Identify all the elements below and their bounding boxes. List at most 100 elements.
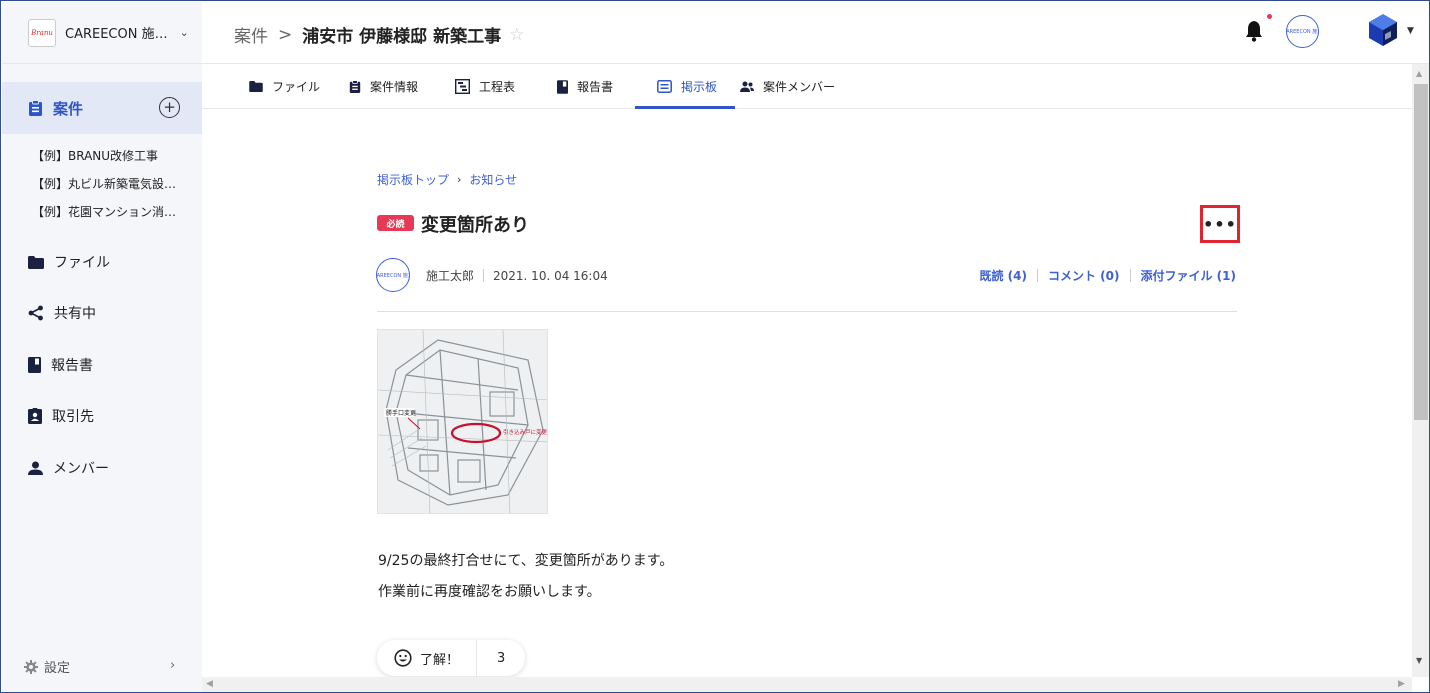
sidebar-item-label: 報告書 [51, 358, 93, 374]
company-name: CAREECON 施… [65, 27, 168, 42]
smiley-icon [394, 649, 412, 667]
tab-files[interactable]: ファイル [249, 64, 320, 109]
people-icon [740, 81, 754, 92]
person-icon [28, 461, 43, 475]
required-read-badge: 必読 [377, 215, 414, 231]
more-horizontal-icon: ••• [1203, 214, 1237, 234]
app-window: Branu CAREECON 施… ⌄ 案件 + 【例】BRANU改修工事 【例… [0, 0, 1430, 693]
share-icon [28, 305, 43, 321]
tab-board[interactable]: 掲示板 [657, 64, 717, 109]
body-line: 9/25の最終打合せにて、変更箇所があります。 [378, 553, 674, 569]
tab-label: 報告書 [577, 80, 614, 94]
horizontal-scrollbar[interactable]: ◀ ▶ [202, 677, 1412, 692]
project-link[interactable]: 【例】BRANU改修工事 [32, 147, 176, 175]
breadcrumb: 案件 > 浦安市 伊藤様邸 新築工事 ☆ [234, 22, 524, 48]
sidebar-item-label: 案件 [53, 99, 84, 118]
plan-label-left: 勝手口変更 [386, 409, 416, 417]
scrollbar-thumb[interactable] [1414, 84, 1428, 420]
author-avatar: CAREECON 施工 [376, 258, 410, 292]
project-link[interactable]: 【例】丸ビル新築電気設… [32, 175, 176, 203]
scroll-left-arrow-icon[interactable]: ◀ [206, 679, 213, 689]
project-tabs: ファイル 案件情報 工程表 報告書 掲示板 案件メンバー [202, 64, 1412, 109]
post-datetime: 2021. 10. 04 16:04 [493, 268, 608, 283]
chevron-right-icon: › [457, 173, 462, 186]
more-options-button[interactable]: ••• [1200, 205, 1240, 243]
plus-icon: + [163, 98, 176, 116]
floor-plan-drawing: 勝手口変更 引き込み戸に変更 [378, 330, 548, 513]
breadcrumb-separator: > [278, 24, 293, 45]
plan-label-right: 引き込み戸に変更 [503, 428, 548, 436]
book-icon [28, 357, 41, 373]
folder-icon [249, 81, 263, 92]
settings-label: 設定 [44, 661, 71, 676]
tab-label: 工程表 [479, 80, 516, 94]
scroll-down-arrow-icon[interactable]: ▼ [1416, 656, 1422, 665]
company-switcher[interactable]: Branu CAREECON 施… ⌄ [2, 2, 202, 64]
notification-dot [1267, 14, 1272, 19]
divider [483, 269, 485, 282]
breadcrumb-parent[interactable]: 案件 [234, 22, 268, 47]
sidebar-item-label: メンバー [53, 461, 109, 477]
gantt-icon [455, 79, 470, 94]
acknowledge-label: 了解！ [420, 652, 460, 668]
contact-badge-icon [28, 408, 42, 424]
clipboard-icon [29, 99, 42, 116]
sidebar-item-label: 取引先 [52, 409, 94, 425]
project-link[interactable]: 【例】花園マンション消… [32, 203, 176, 231]
chevron-right-icon[interactable]: › [170, 658, 175, 673]
bell-icon[interactable] [1244, 20, 1264, 42]
brand-logo: Branu [28, 18, 56, 47]
tab-label: 案件情報 [370, 80, 419, 94]
board-category-link[interactable]: お知らせ [469, 171, 517, 188]
project-list: 【例】BRANU改修工事 【例】丸ビル新築電気設… 【例】花園マンション消… [32, 147, 176, 231]
post-detail: 掲示板トップ › お知らせ 必読 変更箇所あり ••• CAREECON 施工 … [202, 109, 1412, 677]
acknowledge-button[interactable]: 了解！ [377, 640, 477, 676]
tab-members[interactable]: 案件メンバー [740, 64, 835, 109]
scroll-up-arrow-icon[interactable]: ▲ [1416, 69, 1422, 78]
sidebar-item-members[interactable]: メンバー [28, 458, 109, 478]
vertical-scrollbar[interactable]: ▲ ▼ [1412, 64, 1429, 677]
post-stats: 既読 (4) コメント (0) 添付ファイル (1) [980, 267, 1237, 284]
tab-project-info[interactable]: 案件情報 [349, 64, 418, 109]
chevron-down-icon: ⌄ [179, 26, 189, 39]
divider [1129, 269, 1131, 282]
post-title: 変更箇所あり [421, 215, 529, 236]
tab-schedule[interactable]: 工程表 [455, 64, 515, 109]
reaction-bar: 了解！ 3 [377, 640, 525, 676]
tab-label: 掲示板 [681, 80, 718, 94]
tab-reports[interactable]: 報告書 [557, 64, 613, 109]
reaction-count[interactable]: 3 [497, 651, 505, 666]
message-board-icon [657, 80, 672, 93]
board-breadcrumb: 掲示板トップ › お知らせ [377, 171, 517, 188]
author-name: 施工太郎 [426, 269, 475, 283]
caret-down-icon[interactable]: ▼ [1407, 26, 1414, 36]
page-title: 浦安市 伊藤様邸 新築工事 [302, 27, 502, 47]
cube-logo-icon[interactable] [1367, 12, 1399, 48]
author-meta: 施工太郎 2021. 10. 04 16:04 [426, 267, 608, 284]
tab-label: ファイル [272, 80, 321, 94]
sidebar-item-clients[interactable]: 取引先 [28, 406, 94, 426]
sidebar-item-files[interactable]: ファイル [28, 252, 110, 272]
board-top-link[interactable]: 掲示板トップ [377, 171, 449, 188]
floor-plan-attachment[interactable]: 勝手口変更 引き込み戸に変更 [377, 329, 548, 514]
sidebar-item-label: 共有中 [54, 306, 96, 322]
star-outline-icon[interactable]: ☆ [509, 25, 524, 45]
user-avatar[interactable]: CAREECON 施工 [1286, 15, 1319, 48]
settings-link[interactable]: 設定 [24, 657, 70, 676]
clipboard-icon [349, 79, 361, 93]
gear-icon [24, 659, 38, 674]
book-icon [557, 79, 568, 94]
body-line: 作業前に再度確認をお願いします。 [378, 584, 601, 600]
comment-count-link[interactable]: コメント (0) [1048, 267, 1120, 284]
folder-icon [28, 255, 44, 269]
read-count-link[interactable]: 既読 (4) [980, 267, 1028, 284]
sidebar-item-label: ファイル [54, 255, 110, 271]
sidebar-item-shared[interactable]: 共有中 [28, 303, 96, 323]
attachment-count-link[interactable]: 添付ファイル (1) [1141, 267, 1237, 284]
top-header: 案件 > 浦安市 伊藤様邸 新築工事 ☆ CAREECON 施工 ▼ [202, 2, 1429, 64]
scroll-right-arrow-icon[interactable]: ▶ [1398, 679, 1405, 689]
sidebar-item-reports[interactable]: 報告書 [28, 355, 93, 375]
add-project-button[interactable]: + [159, 97, 180, 118]
tab-label: 案件メンバー [763, 80, 836, 94]
sidebar-item-projects[interactable]: 案件 + [2, 82, 202, 134]
